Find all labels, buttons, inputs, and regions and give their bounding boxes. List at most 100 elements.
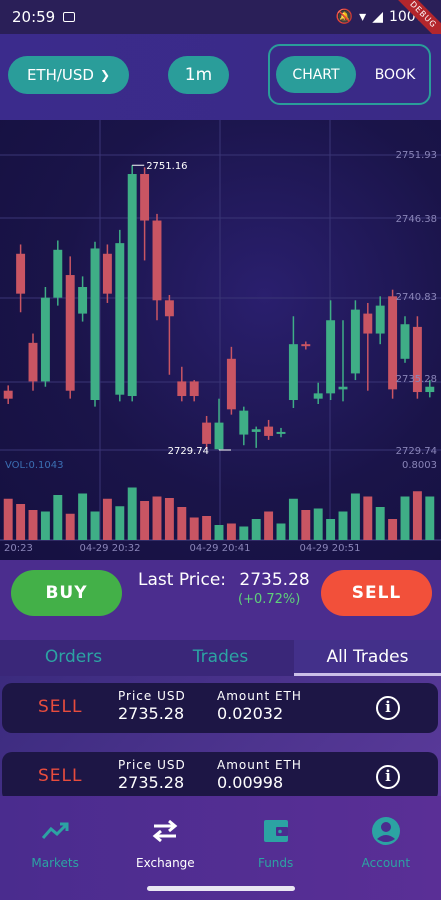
trade-side: SELL [38,766,83,786]
trending-up-icon [42,822,69,839]
candle-body [90,248,100,401]
candle-body [40,297,50,382]
candle-body [127,174,137,397]
nav-account-label: Account [361,856,411,870]
candle-body [288,344,298,401]
volume-bar [425,496,435,540]
candle-body [363,313,373,334]
x-tick-label: 04-29 20:51 [299,543,360,554]
last-price-change: (+0.72%) [238,592,301,607]
chart-svg: 2751.93 2746.38 2740.83 2735.28 2729.74 0.800… [0,120,441,554]
tab-trades[interactable]: Trades [147,640,294,676]
chevron-down-icon: ❯ [99,68,111,82]
trade-row[interactable]: SELL Price USD 2735.28 Amount ETH 0.0099… [2,752,438,802]
trade-side: SELL [38,697,83,717]
volume-bar [16,504,26,540]
candle-body [65,275,75,391]
x-tick-label: 04-29 20:41 [189,543,250,554]
candle-body [226,358,236,410]
trade-price-value: 2735.28 [118,704,185,723]
candle-body [202,422,212,444]
volume-bar [226,523,236,540]
x-tick-label: 04-29 20:32 [79,543,140,554]
candle-body [400,324,410,359]
candle-body [177,381,187,397]
volume-bar [350,493,360,540]
bottom-nav: Markets Exchange Funds Account [0,796,441,900]
volume-bar [65,513,75,540]
nav-account[interactable]: Account [331,796,441,900]
trade-tabs: Orders Trades All Trades [0,640,441,676]
candle-body [164,300,174,317]
buy-button[interactable]: BUY [11,570,122,616]
candle-body [152,220,162,301]
timeframe-button[interactable]: 1m [168,56,229,94]
volume-bar [78,493,88,540]
trades-list: SELL Price USD 2735.28 Amount ETH 0.0203… [0,676,441,802]
info-icon[interactable]: i [376,696,400,720]
low-label: 2729.74 [168,446,209,457]
volume-label: VOL:0.1043 [5,460,63,471]
tab-all-trades[interactable]: All Trades [294,640,441,676]
nav-markets[interactable]: Markets [0,796,110,900]
wallet-icon [263,820,288,842]
last-price-label: Last Price: [138,570,227,590]
candle-body [338,386,348,390]
candle-body [326,320,336,394]
volume-bar [301,510,311,540]
candle-body [189,381,199,397]
info-icon[interactable]: i [376,765,400,789]
trade-price-label: Price USD [118,758,186,772]
volume-bar [90,511,100,540]
volume-bar [102,498,112,540]
candle-body [214,422,224,450]
price-chart[interactable]: 2751.93 2746.38 2740.83 2735.28 2729.74 0.800… [0,120,441,560]
pair-selector[interactable]: ETH/USD ❯ [8,56,129,94]
volume-bar [313,508,323,540]
candle-body [16,253,26,294]
candle-body [313,393,323,399]
y-tick-label: 2729.74 [396,446,437,457]
pair-label: ETH/USD [26,66,94,84]
volume-bar [53,495,63,540]
sell-button[interactable]: SELL [321,570,432,616]
nav-markets-label: Markets [31,856,79,870]
trade-amount-label: Amount ETH [217,689,302,703]
view-toggle: CHART BOOK [268,44,431,105]
trade-price: Price USD 2735.28 [118,689,186,723]
tab-chart[interactable]: CHART [276,56,356,93]
home-indicator [147,886,295,891]
volume-bar [251,519,261,540]
nav-exchange[interactable]: Exchange [110,796,220,900]
trade-price: Price USD 2735.28 [118,758,186,792]
volume-bar [202,516,212,540]
candle-body [115,243,125,395]
tab-book[interactable]: BOOK [362,56,428,93]
trade-price-label: Price USD [118,689,186,703]
trade-row[interactable]: SELL Price USD 2735.28 Amount ETH 0.0203… [2,683,438,733]
wifi-icon: ▾ [359,9,367,25]
x-tick-label: 20:23 [4,543,33,554]
status-time: 20:59 [12,8,56,26]
volume-bar [288,498,298,540]
candle-body [350,309,360,374]
candle-body [425,386,435,393]
volume-bar [127,487,137,540]
volume-bar [400,496,410,540]
action-bar: BUY Last Price: 2735.28 (+0.72%) SELL [0,560,441,640]
trade-price-value: 2735.28 [118,773,185,792]
volume-bar [388,519,398,540]
high-label: 2751.16 [146,161,187,172]
nav-exchange-label: Exchange [136,856,195,870]
nav-funds[interactable]: Funds [221,796,331,900]
signal-icon: ◢ [372,9,383,25]
trade-amount: Amount ETH 0.00998 [217,758,302,792]
volume-bar [239,526,249,540]
volume-bar [189,517,199,540]
tab-orders[interactable]: Orders [0,640,147,676]
status-bar: 20:59 🔕 ▾ ◢ 100% DEBUG [0,0,441,49]
trade-amount-label: Amount ETH [217,758,302,772]
volume-bar [214,525,224,540]
volume-bar [412,491,422,540]
volume-bar [363,496,373,540]
